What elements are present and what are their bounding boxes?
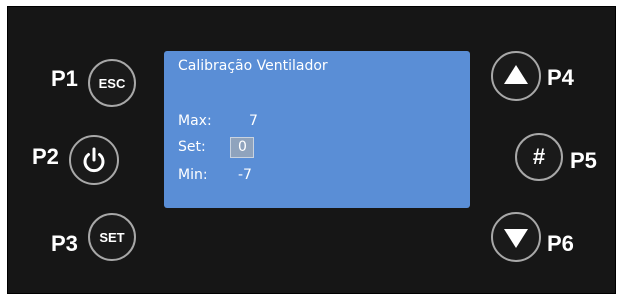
esc-button[interactable]: ESC	[88, 59, 136, 107]
hash-button-text: #	[532, 144, 546, 169]
power-button[interactable]	[69, 135, 119, 185]
set-button-text: SET	[99, 229, 125, 245]
min-label: Min:	[178, 167, 208, 183]
arrow-down-icon	[504, 229, 528, 248]
min-value: -7	[238, 167, 252, 183]
arrow-up-icon	[504, 65, 528, 84]
p2-label: P2	[32, 144, 59, 169]
max-label: Max:	[178, 113, 212, 129]
p1-label: P1	[51, 66, 78, 91]
set-value[interactable]: 0	[238, 139, 247, 155]
lcd-screen: Calibração Ventilador Max: 7 Set: 0 Min:…	[164, 51, 470, 208]
p5-label: P5	[570, 148, 597, 173]
p6-label: P6	[547, 231, 574, 256]
hash-button[interactable]: #	[515, 133, 563, 181]
control-panel: P1 ESC P2 P3 SET Calibração Ventilador M…	[7, 6, 616, 294]
max-value: 7	[249, 113, 258, 129]
down-button[interactable]	[491, 212, 541, 262]
set-button[interactable]: SET	[88, 213, 136, 261]
p3-label: P3	[51, 231, 78, 256]
up-button[interactable]	[491, 51, 541, 101]
esc-button-text: ESC	[98, 75, 126, 91]
set-label: Set:	[178, 139, 206, 155]
screen-title: Calibração Ventilador	[178, 58, 328, 74]
p4-label: P4	[547, 65, 574, 90]
power-icon	[83, 147, 105, 173]
